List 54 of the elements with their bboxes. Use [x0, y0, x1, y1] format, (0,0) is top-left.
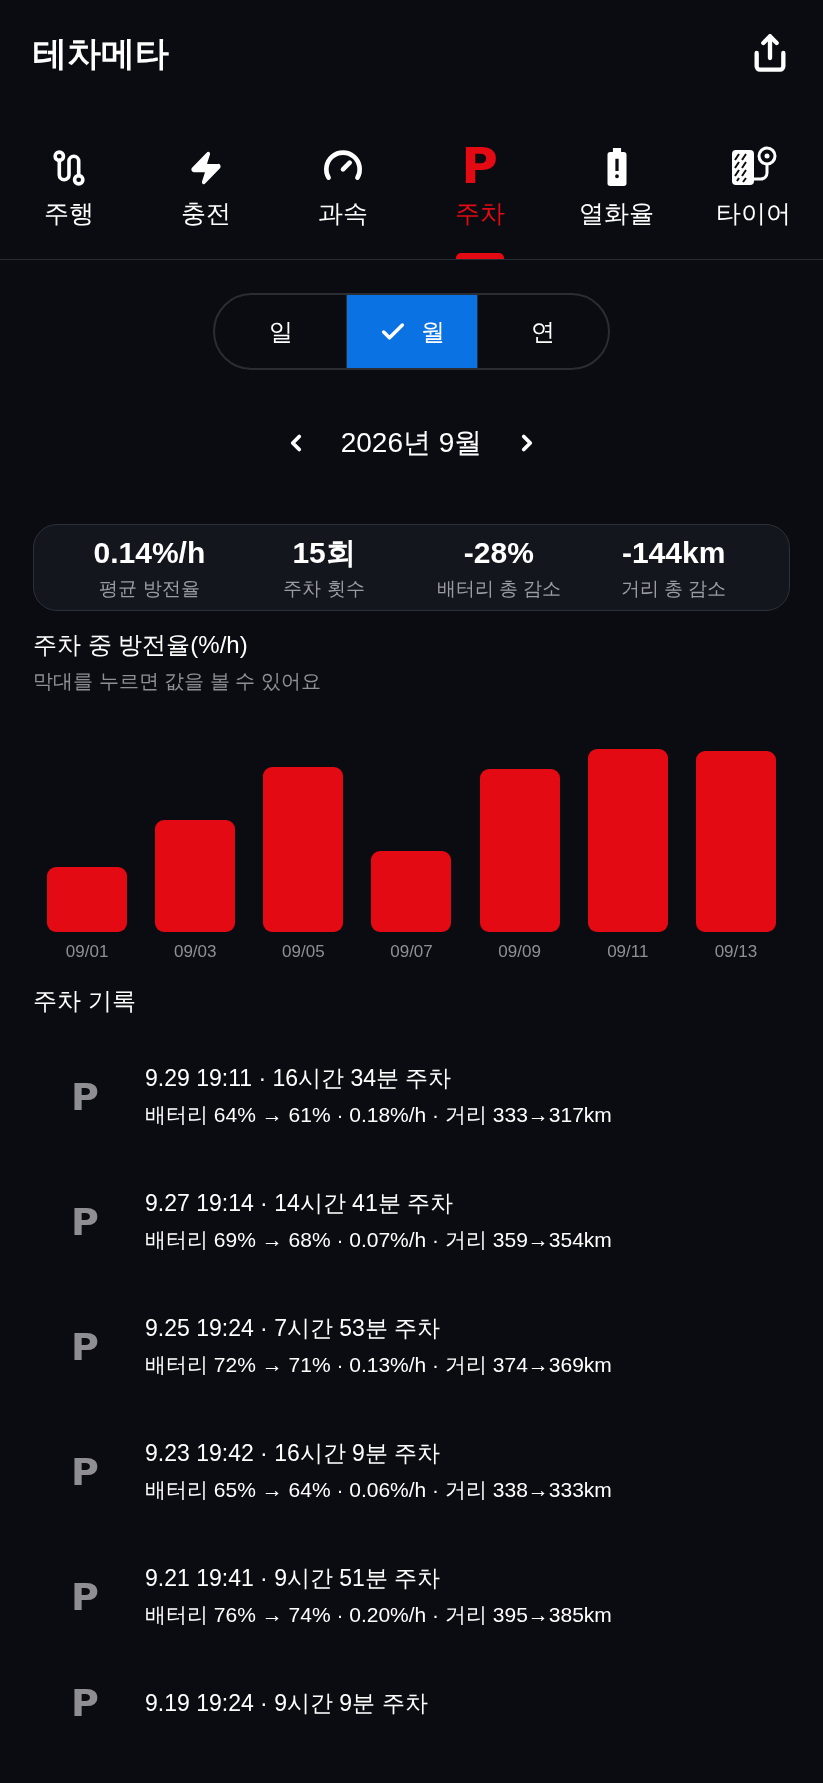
stat-value: 0.14%/h: [93, 534, 206, 571]
stat-label: 거리 총 감소: [620, 576, 727, 601]
tab-indicator: [455, 253, 504, 259]
period-segment[interactable]: 월: [346, 295, 477, 368]
stat-value: -28%: [463, 534, 534, 571]
axis-label: 09/09: [498, 942, 541, 962]
nav-tab[interactable]: 주행: [0, 106, 137, 259]
axis-label: 09/13: [714, 942, 758, 962]
nav-tab[interactable]: 타이어: [685, 106, 822, 259]
axis-label: 09/11: [607, 942, 649, 962]
route-icon: [51, 150, 86, 186]
record-detail: 배터리 72% → 71% · 0.13%/h · 거리 374→369km: [145, 1352, 612, 1378]
chart-hint: 막대를 누르면 값을 볼 수 있어요: [33, 669, 322, 694]
record-detail: 배터리 69% → 68% · 0.07%/h · 거리 359→354km: [145, 1227, 612, 1253]
stat-label: 평균 방전율: [99, 576, 200, 601]
record-detail: 배터리 64% → 61% · 0.18%/h · 거리 333→317km: [145, 1102, 612, 1128]
chart-bar[interactable]: [371, 851, 452, 932]
parking-icon: P: [71, 1331, 99, 1362]
record-detail: 배터리 65% → 64% · 0.06%/h · 거리 338→333km: [145, 1477, 612, 1503]
battery-alert-icon: [605, 148, 628, 186]
parking-icon: P: [71, 1581, 99, 1612]
chart-bar[interactable]: [155, 820, 236, 932]
axis-label: 09/01: [65, 942, 109, 962]
nav-tab[interactable]: 열화율: [548, 106, 685, 259]
parking-icon: P: [71, 1456, 99, 1487]
parking-icon: P: [71, 1688, 99, 1718]
section-title: 주차 기록: [33, 986, 136, 1016]
stat-label: 배터리 총 감소: [436, 576, 562, 601]
stat-value: -144km: [621, 534, 726, 571]
axis-label: 09/07: [390, 942, 433, 962]
axis-label: 09/05: [282, 942, 325, 962]
parking-icon: P: [71, 1081, 99, 1112]
axis-label: 09/03: [173, 942, 217, 962]
month-label: 2026년 9월: [340, 426, 483, 460]
record-title: 9.19 19:24 · 9시간 9분 주차: [145, 1689, 428, 1718]
app-title: 테차메타: [33, 33, 169, 73]
period-segment[interactable]: 연: [477, 295, 608, 368]
stat-value: 15회: [292, 534, 356, 571]
nav-tab[interactable]: P 주차: [411, 106, 548, 259]
record-title: 9.25 19:24 · 7시간 53분 주차: [145, 1314, 442, 1343]
parking-icon: P: [461, 146, 498, 186]
record-title: 9.29 19:11 · 16시간 34분 주차: [145, 1064, 453, 1093]
tire-pressure-icon: [730, 146, 777, 186]
nav-tab[interactable]: 충전: [137, 106, 274, 259]
chart-bar[interactable]: [47, 867, 128, 932]
record-detail: 배터리 76% → 74% · 0.20%/h · 거리 395→385km: [145, 1602, 612, 1628]
nav-tab[interactable]: 과속: [274, 106, 411, 259]
period-segment[interactable]: 일: [215, 295, 346, 368]
stat-label: 주차 횟수: [283, 576, 365, 601]
parking-icon: P: [71, 1206, 99, 1237]
record-title: 9.21 19:41 · 9시간 51분 주차: [145, 1564, 442, 1593]
chart-title: 주차 중 방전율(%/h): [33, 630, 249, 660]
record-title: 9.27 19:14 · 14시간 41분 주차: [145, 1189, 455, 1218]
record-title: 9.23 19:42 · 16시간 9분 주차: [145, 1439, 442, 1468]
